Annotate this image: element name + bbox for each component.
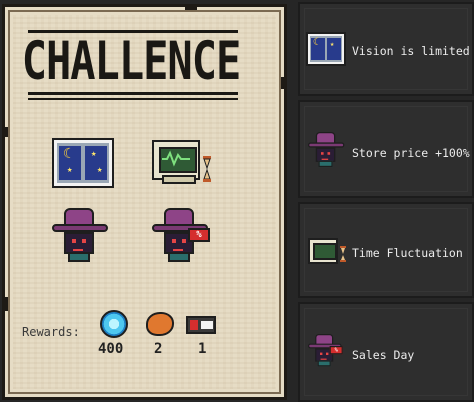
rewards-label: Rewards: [22, 325, 80, 339]
computer-monitor-icon [308, 238, 338, 264]
witch-hat-monster-icon [52, 208, 108, 262]
card-count: 1 [198, 341, 207, 357]
hourglass-icon [340, 246, 346, 262]
game-screen: CHALLENCE ☾ ★ ★ ★ % Rewards: 400 2 1 ☾ ★… [0, 0, 474, 402]
witch-hat-monster-icon [308, 132, 345, 168]
gem-icon [100, 310, 128, 338]
modifier-label: Time Fluctuation [352, 246, 463, 260]
hourglass-icon [202, 156, 212, 182]
computer-monitor-icon [152, 140, 200, 184]
modifier-label: Store price +100% [352, 146, 470, 160]
night-window-icon: ☾ ★ [308, 34, 344, 64]
modifier-card-sales-day: % Sales Day [298, 302, 474, 402]
modifier-card-time: Time Fluctuation [298, 202, 474, 298]
gem-count: 400 [98, 341, 124, 357]
modifier-card-vision: ☾ ★ Vision is limited [298, 2, 474, 96]
title-rule-bottom [28, 92, 238, 95]
sale-sign: % [188, 228, 210, 242]
cookie-icon [146, 312, 174, 336]
cookie-count: 2 [154, 341, 163, 357]
modifier-label: Vision is limited [352, 44, 470, 58]
sale-sign-monster-icon: % [152, 208, 210, 262]
modifier-card-store-price: Store price +100% [298, 100, 474, 198]
sale-sign-monster-icon: % [308, 334, 343, 367]
night-window-icon: ☾ ★ ★ ★ [54, 140, 112, 186]
modifier-label: Sales Day [352, 348, 415, 362]
ticket-card-icon [186, 316, 216, 334]
title-rule-bottom-2 [28, 98, 238, 100]
challenge-title: CHALLENCE [21, 30, 242, 92]
